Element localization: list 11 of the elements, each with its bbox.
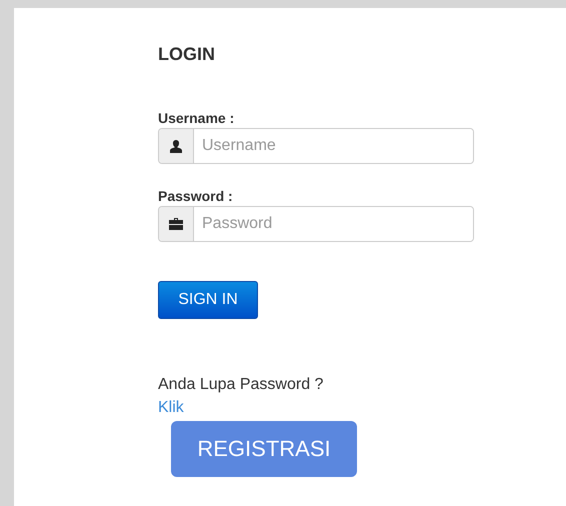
input-field[interactable]: Username (158, 128, 474, 164)
field-label: Password : (158, 188, 234, 204)
field-label: Username : (158, 110, 236, 126)
login-title: LOGIN (158, 43, 216, 64)
briefcase-icon (169, 218, 183, 230)
input-field[interactable]: Password (158, 206, 474, 242)
user-icon (170, 140, 182, 152)
sign-in-button[interactable]: SIGN IN (158, 281, 258, 319)
register-button[interactable]: REGISTRASI (171, 421, 357, 477)
forgot-password-text: Anda Lupa Password ? (158, 375, 324, 395)
forgot-password-link[interactable]: Klik (158, 398, 184, 418)
